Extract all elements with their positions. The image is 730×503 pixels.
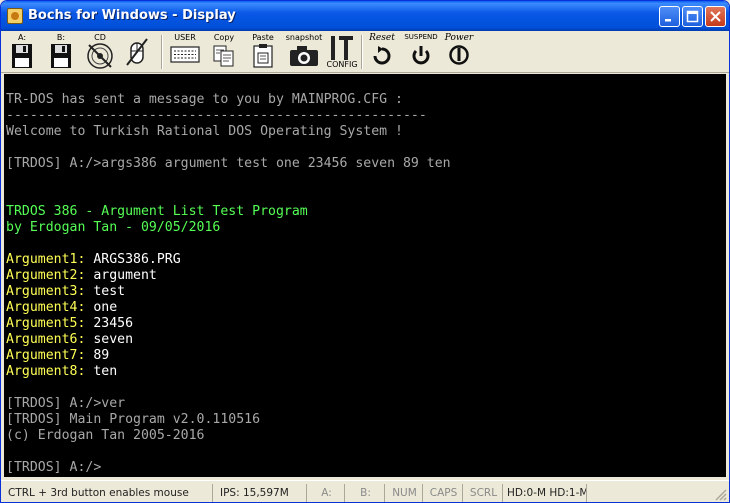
- status-floppy-a: A:: [309, 484, 345, 502]
- argument-value: 89: [85, 348, 110, 363]
- argument-value: ten: [85, 364, 118, 379]
- paste-clipboard-icon: [253, 44, 273, 68]
- cdrom-disabled-icon: [87, 43, 113, 69]
- argument-value: 23456: [85, 316, 134, 331]
- snapshot-button[interactable]: snapshot: [285, 33, 323, 71]
- status-mouse-hint: CTRL + 3rd button enables mouse: [3, 484, 213, 502]
- argument-name: Argument6:: [6, 332, 86, 347]
- maximize-button[interactable]: [682, 6, 703, 27]
- status-ips: IPS: 15,597M: [215, 484, 307, 502]
- console-line: [TRDOS] A:/>args386 argument test one 23…: [6, 156, 451, 171]
- floppy-disk-icon: [12, 44, 32, 68]
- console-line-argument: Argument6: seven: [6, 332, 133, 348]
- minimize-button[interactable]: [659, 6, 680, 27]
- argument-value: seven: [85, 332, 134, 347]
- floppy-a-label: A:: [17, 33, 27, 42]
- power-button[interactable]: Power: [442, 33, 476, 71]
- status-floppy-b: B:: [347, 484, 385, 502]
- user-button[interactable]: USER: [167, 33, 203, 71]
- argument-name: Argument4:: [6, 300, 86, 315]
- user-label: USER: [174, 33, 196, 42]
- snapshot-label: snapshot: [285, 33, 323, 42]
- floppy-b-button[interactable]: B:: [48, 33, 74, 71]
- close-button[interactable]: [705, 6, 726, 27]
- maximize-icon: [686, 10, 699, 23]
- reset-label: Reset: [369, 33, 395, 43]
- console-line-argument: Argument5: 23456: [6, 316, 133, 332]
- mouse-toggle-button[interactable]: [122, 33, 152, 71]
- argument-name: Argument8:: [6, 364, 86, 379]
- console-line: [TRDOS] Main Program v2.0.110516: [6, 412, 261, 427]
- floppy-a-button[interactable]: A:: [9, 33, 35, 71]
- copy-button[interactable]: Copy: [209, 33, 239, 71]
- console-line: TR-DOS has sent a message to you by MAIN…: [6, 92, 403, 107]
- cdrom-button[interactable]: CD: [85, 33, 115, 71]
- config-tool-icon: [331, 36, 353, 60]
- bochs-app-icon[interactable]: [7, 8, 23, 24]
- close-icon: [710, 11, 721, 22]
- resize-grip-icon[interactable]: [713, 487, 727, 501]
- toolbar-separator: [361, 35, 363, 69]
- suspend-icon: [412, 46, 430, 65]
- console-line: TRDOS 386 - Argument List Test Program: [6, 204, 308, 219]
- argument-name: Argument2:: [6, 268, 86, 283]
- floppy-b-label: B:: [56, 33, 66, 42]
- window-title: Bochs for Windows - Display: [28, 8, 236, 23]
- camera-icon: [290, 46, 318, 66]
- console-line: [TRDOS] A:/>ver: [6, 396, 126, 411]
- console-line: by Erdogan Tan - 09/05/2016: [6, 220, 221, 235]
- status-scroll-lock: SCRL: [465, 484, 503, 502]
- argument-value: argument: [85, 268, 157, 283]
- mouse-disabled-icon: [126, 38, 148, 66]
- console-line: (c) Erdogan Tan 2005-2016: [6, 428, 205, 443]
- reset-button[interactable]: Reset: [365, 33, 399, 71]
- console-line-argument: Argument3: test: [6, 284, 125, 300]
- console-prompt-line: [TRDOS] A:/>: [6, 460, 102, 475]
- console-line-argument: Argument2: argument: [6, 268, 157, 284]
- power-icon: [449, 45, 469, 65]
- toolbar-separator: [161, 35, 163, 69]
- console-line-argument: Argument1: ARGS386.PRG: [6, 252, 181, 268]
- argument-name: Argument3:: [6, 284, 86, 299]
- console-line-argument: Argument4: one: [6, 300, 117, 316]
- console-line-argument: Argument8: ten: [6, 364, 117, 380]
- status-num-lock: NUM: [387, 484, 423, 502]
- reset-icon: [373, 46, 391, 65]
- config-label: CONFIG: [326, 60, 358, 69]
- argument-value: ARGS386.PRG: [85, 252, 181, 267]
- suspend-label: SUSPEND: [404, 33, 438, 41]
- suspend-button[interactable]: SUSPEND: [403, 33, 439, 71]
- title-bar[interactable]: Bochs for Windows - Display: [1, 1, 729, 31]
- bochs-window: Bochs for Windows - Display A: B: CD USE…: [0, 0, 730, 503]
- console-line: Welcome to Turkish Rational DOS Operatin…: [6, 124, 403, 139]
- console-line-argument: Argument7: 89: [6, 348, 109, 364]
- status-caps-lock: CAPS: [425, 484, 463, 502]
- copy-icon: [213, 45, 234, 67]
- toolbar: A: B: CD USER Copy Paste snapshot CONFIG…: [1, 31, 729, 73]
- status-hard-disks: HD:0-M HD:1-M: [505, 484, 587, 502]
- argument-value: test: [85, 284, 126, 299]
- config-button[interactable]: CONFIG: [326, 33, 358, 71]
- console-screen[interactable]: TR-DOS has sent a message to you by MAIN…: [4, 74, 726, 477]
- paste-label: Paste: [252, 33, 274, 42]
- paste-button[interactable]: Paste: [248, 33, 278, 71]
- argument-value: one: [85, 300, 118, 315]
- argument-name: Argument1:: [6, 252, 86, 267]
- console-line: ----------------------------------------…: [6, 108, 427, 123]
- minimize-icon: [665, 19, 671, 22]
- status-bar: CTRL + 3rd button enables mouse IPS: 15,…: [1, 480, 729, 502]
- keyboard-icon: [170, 46, 200, 63]
- floppy-disk-icon: [51, 44, 71, 68]
- power-label: Power: [444, 33, 474, 43]
- copy-label: Copy: [213, 33, 235, 42]
- argument-name: Argument5:: [6, 316, 86, 331]
- argument-name: Argument7:: [6, 348, 86, 363]
